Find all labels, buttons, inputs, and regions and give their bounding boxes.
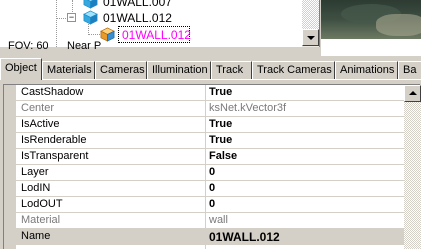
property-name: Name — [21, 230, 51, 242]
property-name: Center — [21, 102, 55, 114]
scrollbar-track[interactable] — [404, 85, 421, 249]
tab-track-cameras[interactable]: Track Cameras — [252, 61, 335, 79]
scroll-up-button[interactable] — [404, 85, 421, 102]
property-value[interactable]: 01WALL.012 — [209, 230, 280, 244]
tab-materials[interactable]: Materials — [42, 61, 95, 79]
property-value[interactable]: 0 — [209, 182, 215, 194]
tree-item-label: 01WALL.007 — [103, 0, 172, 9]
property-name: CastShadow — [21, 86, 84, 98]
3d-viewport[interactable] — [321, 0, 421, 56]
property-row[interactable]: Layer 0 — [4, 165, 404, 181]
tree-item-label: 01WALL.012 — [103, 11, 172, 25]
property-value[interactable]: 0 — [209, 198, 215, 210]
property-value[interactable]: wall — [209, 214, 228, 226]
tree-item[interactable]: 01WALL.007 — [0, 0, 300, 10]
property-name: LodOUT — [21, 198, 63, 210]
cube-icon — [83, 10, 98, 25]
tab-cameras[interactable]: Cameras — [95, 61, 147, 79]
property-row[interactable]: CastShadow True — [4, 85, 404, 101]
tree-item[interactable]: − 01WALL.012 — [0, 10, 300, 26]
property-row[interactable]: IsActive True — [4, 117, 404, 133]
mesh-cube-icon — [100, 27, 115, 42]
tab-track[interactable]: Track — [211, 61, 252, 79]
property-value[interactable]: True — [209, 134, 232, 146]
property-name: Material — [21, 214, 61, 226]
property-name: IsRenderable — [21, 134, 87, 146]
scrollbar-track[interactable] — [302, 0, 319, 30]
property-value[interactable]: ksNet.kVector3f — [209, 102, 286, 114]
property-row[interactable]: LodIN 0 — [4, 181, 404, 197]
property-row[interactable]: LodOUT 0 — [4, 197, 404, 213]
tab-animations[interactable]: Animations — [335, 61, 398, 79]
scene-render — [376, 14, 421, 36]
property-name: IsActive — [21, 118, 60, 130]
property-row[interactable]: IsRenderable True — [4, 133, 404, 149]
arrow-up-icon — [409, 91, 417, 95]
cube-icon — [83, 0, 98, 9]
property-name: IsTransparent — [21, 150, 89, 162]
property-name: Layer — [21, 166, 49, 178]
property-value[interactable]: True — [209, 86, 232, 98]
tab-illumination[interactable]: Illumination — [147, 61, 211, 79]
property-value[interactable]: True — [209, 118, 232, 130]
tree-scrollbar[interactable] — [302, 0, 319, 47]
property-row[interactable]: Center ksNet.kVector3f — [4, 101, 404, 117]
tab-object[interactable]: Object — [0, 58, 42, 80]
column-divider[interactable] — [205, 85, 206, 249]
property-row-selected[interactable]: Name 01WALL.012 — [4, 229, 404, 245]
tab-ba[interactable]: Ba — [398, 61, 421, 79]
property-value[interactable]: False — [209, 150, 237, 162]
property-row[interactable]: Material wall — [4, 213, 404, 229]
property-row[interactable] — [4, 245, 404, 249]
tree-item-label: 01WALL.012 — [122, 28, 191, 42]
property-name: LodIN — [21, 182, 51, 194]
arrow-down-icon — [307, 36, 315, 40]
property-value[interactable]: 0 — [209, 166, 215, 178]
property-grid[interactable]: CastShadow True Center ksNet.kVector3f I… — [3, 84, 421, 249]
collapse-toggle[interactable]: − — [67, 13, 76, 22]
property-row[interactable]: IsTransparent False — [4, 149, 404, 165]
viewport-status-bar — [321, 39, 421, 56]
fov-readout: FOV: 60 — [8, 40, 49, 52]
scroll-down-button[interactable] — [302, 29, 319, 46]
property-grid-scrollbar[interactable] — [404, 85, 421, 249]
tab-bar-divider — [0, 79, 421, 80]
near-plane-readout: Near P — [67, 40, 102, 52]
